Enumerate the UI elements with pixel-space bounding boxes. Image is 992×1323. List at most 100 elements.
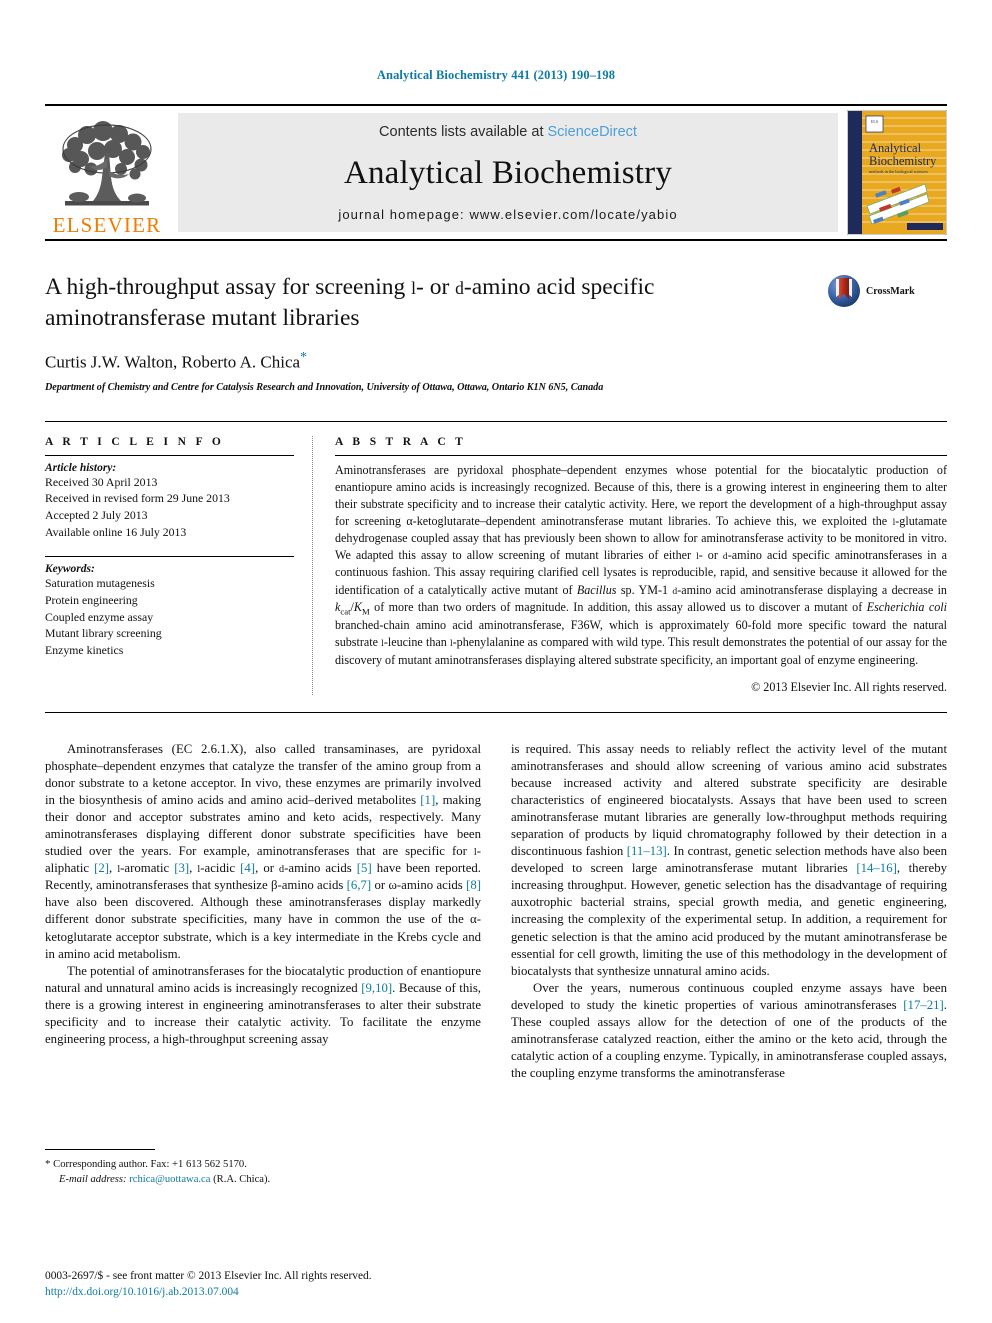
article-info-heading: A R T I C L E I N F O — [45, 435, 225, 448]
citation-reference-link[interactable]: [6,7] — [347, 878, 372, 892]
contents-available-line: Contents lists available at ScienceDirec… — [379, 124, 637, 140]
italic-species-name: Bacillus — [576, 582, 617, 597]
footnote-corresponding-text: Corresponding author. Fax: +1 613 562 51… — [53, 1158, 247, 1170]
page-title: A high-throughput assay for screening l-… — [45, 272, 813, 333]
corresponding-author-marker: * — [300, 350, 308, 366]
small-caps-stereo-descriptor: l — [197, 864, 201, 876]
title-line1-part-b: - or — [416, 274, 456, 300]
doi-link[interactable]: http://dx.doi.org/10.1016/j.ab.2013.07.0… — [45, 1284, 372, 1301]
page-footer: 0003-2697/$ - see front matter © 2013 El… — [45, 1268, 372, 1301]
journal-masthead: ELSEVIER Contents lists available at Sci… — [45, 106, 947, 239]
body-paragraph: The potential of aminotransferases for t… — [45, 963, 481, 1047]
title-block: A high-throughput assay for screening l-… — [45, 241, 947, 393]
footnote-email-line: E-mail address: rchica@uottawa.ca (R.A. … — [45, 1172, 481, 1187]
journal-cover-image: ELS Analytical Biochemistry methods in t… — [847, 110, 947, 235]
footnote-marker: * — [45, 1157, 51, 1170]
body-right-column: is required. This assay needs to reliabl… — [511, 741, 947, 1083]
email-owner-text: (R.A. Chica). — [213, 1174, 271, 1186]
elsevier-tree-icon — [62, 121, 152, 206]
body-right-text: is required. This assay needs to reliabl… — [511, 741, 947, 1083]
citation-reference-link[interactable]: [8] — [466, 878, 481, 892]
svg-text:ELS: ELS — [871, 119, 878, 124]
title-stereo-d: d — [455, 278, 464, 298]
sciencedirect-link[interactable]: ScienceDirect — [548, 124, 637, 140]
italic-species-name: Escherichia coli — [866, 599, 947, 614]
body-columns: Aminotransferases (EC 2.6.1.X), also cal… — [45, 713, 947, 1185]
citation-reference-link[interactable]: [9,10] — [361, 981, 392, 995]
small-caps-stereo-descriptor: l — [381, 638, 384, 650]
journal-homepage-link[interactable]: journal homepage: www.elsevier.com/locat… — [338, 207, 677, 222]
running-head-citation: Analytical Biochemistry 441 (2013) 190–1… — [376, 68, 616, 82]
keyword-item: Coupled enzyme assay — [45, 609, 154, 624]
corresponding-author-footnote: * Corresponding author. Fax: +1 613 562 … — [45, 1157, 481, 1173]
abstract-copyright: © 2013 Elsevier Inc. All rights reserved… — [751, 679, 947, 694]
title-line2: aminotransferase mutant libraries — [45, 304, 360, 331]
body-left-text: Aminotransferases (EC 2.6.1.X), also cal… — [45, 741, 481, 1048]
body-paragraph: is required. This assay needs to reliabl… — [511, 741, 947, 978]
article-history-label: Article history: — [45, 461, 117, 474]
svg-text:Analytical: Analytical — [869, 141, 922, 155]
keyword-item: Protein engineering — [45, 592, 138, 607]
body-left-column: Aminotransferases (EC 2.6.1.X), also cal… — [45, 741, 481, 1185]
history-item: Accepted 2 July 2013 — [45, 508, 148, 522]
email-address-label: E-mail address: — [59, 1174, 127, 1186]
crossmark-icon — [828, 275, 860, 307]
small-caps-stereo-descriptor: l — [117, 864, 121, 876]
small-caps-stereo-descriptor: d — [722, 551, 728, 563]
citation-reference-link[interactable]: [5] — [357, 861, 372, 875]
keywords-divider-rule — [45, 556, 294, 558]
article-info-rule — [45, 454, 294, 456]
citation-reference-link[interactable]: [3] — [174, 861, 189, 875]
journal-title: Analytical Biochemistry — [343, 155, 673, 191]
small-caps-stereo-descriptor: d — [672, 585, 678, 597]
keywords-label: Keywords: — [45, 563, 95, 576]
svg-text:methods in the biological scie: methods in the biological sciences — [869, 169, 928, 174]
keyword-item: Enzyme kinetics — [45, 642, 124, 657]
issn-copyright-line: 0003-2697/$ - see front matter © 2013 El… — [45, 1269, 372, 1282]
abstract-text: Aminotransferases are pyridoxal phosphat… — [335, 462, 947, 667]
small-caps-stereo-descriptor: l — [696, 551, 699, 563]
citation-reference-link[interactable]: [17–21] — [903, 998, 944, 1012]
info-abstract-panel: A R T I C L E I N F O Article history: R… — [45, 422, 947, 703]
citation-reference-link[interactable]: [4] — [240, 861, 255, 875]
history-item: Received in revised form 29 June 2013 — [45, 491, 230, 506]
small-caps-stereo-descriptor: l — [892, 517, 896, 529]
masthead-center-panel: Contents lists available at ScienceDirec… — [178, 113, 838, 232]
citation-reference-link[interactable]: [14–16] — [856, 861, 897, 875]
kinetic-parameter-expression: kcat/KM — [335, 599, 370, 617]
small-caps-stereo-descriptor: l — [449, 638, 453, 650]
article-first-page: Analytical Biochemistry 441 (2013) 190–1… — [0, 0, 992, 1323]
crossmark-badge[interactable]: CrossMark — [827, 272, 947, 308]
abstract-rule — [335, 454, 947, 456]
small-caps-stereo-descriptor: d — [279, 864, 285, 876]
journal-cover-thumbnail: ELS Analytical Biochemistry methods in t… — [847, 110, 947, 235]
abstract-heading: A B S T R A C T — [335, 435, 467, 448]
keywords-list: Saturation mutagenesis Protein engineeri… — [45, 575, 294, 658]
author-names: Curtis J.W. Walton, Roberto A. Chica — [45, 352, 301, 372]
body-paragraph: Aminotransferases (EC 2.6.1.X), also cal… — [45, 741, 482, 961]
author-affiliation: Department of Chemistry and Centre for C… — [45, 381, 604, 393]
svg-text:Biochemistry: Biochemistry — [869, 154, 937, 168]
title-line1-part-a: A high-throughput assay for screening — [45, 274, 412, 300]
body-paragraph: Over the years, numerous continuous coup… — [511, 980, 947, 1081]
footnote-block: * Corresponding author. Fax: +1 613 562 … — [45, 1148, 481, 1188]
title-line1-part-c: -amino acid specific — [463, 274, 655, 300]
abstract-column: A B S T R A C T Aminotransferases are py… — [313, 436, 947, 695]
keyword-item: Saturation mutagenesis — [45, 576, 155, 591]
title-text-group: A high-throughput assay for screening l-… — [45, 272, 827, 393]
author-list: Curtis J.W. Walton, Roberto A. Chica* — [45, 350, 813, 373]
keyword-item: Mutant library screening — [45, 626, 162, 641]
footnote-rule — [45, 1148, 155, 1150]
email-address-link[interactable]: rchica@uottawa.ca — [129, 1174, 210, 1185]
contents-prefix-text: Contents lists available at — [379, 124, 548, 140]
small-caps-stereo-descriptor: l — [473, 847, 477, 859]
citation-reference-link[interactable]: [11–13] — [627, 844, 667, 858]
elsevier-logo: ELSEVIER — [45, 106, 169, 239]
history-item: Available online 16 July 2013 — [45, 524, 187, 539]
crossmark-label: CrossMark — [866, 285, 915, 297]
history-item: Received 30 April 2013 — [45, 474, 158, 489]
article-info-column: A R T I C L E I N F O Article history: R… — [45, 435, 313, 695]
elsevier-wordmark: ELSEVIER — [52, 213, 162, 237]
citation-reference-link[interactable]: [2] — [94, 861, 109, 875]
citation-reference-link[interactable]: [1] — [420, 793, 435, 807]
